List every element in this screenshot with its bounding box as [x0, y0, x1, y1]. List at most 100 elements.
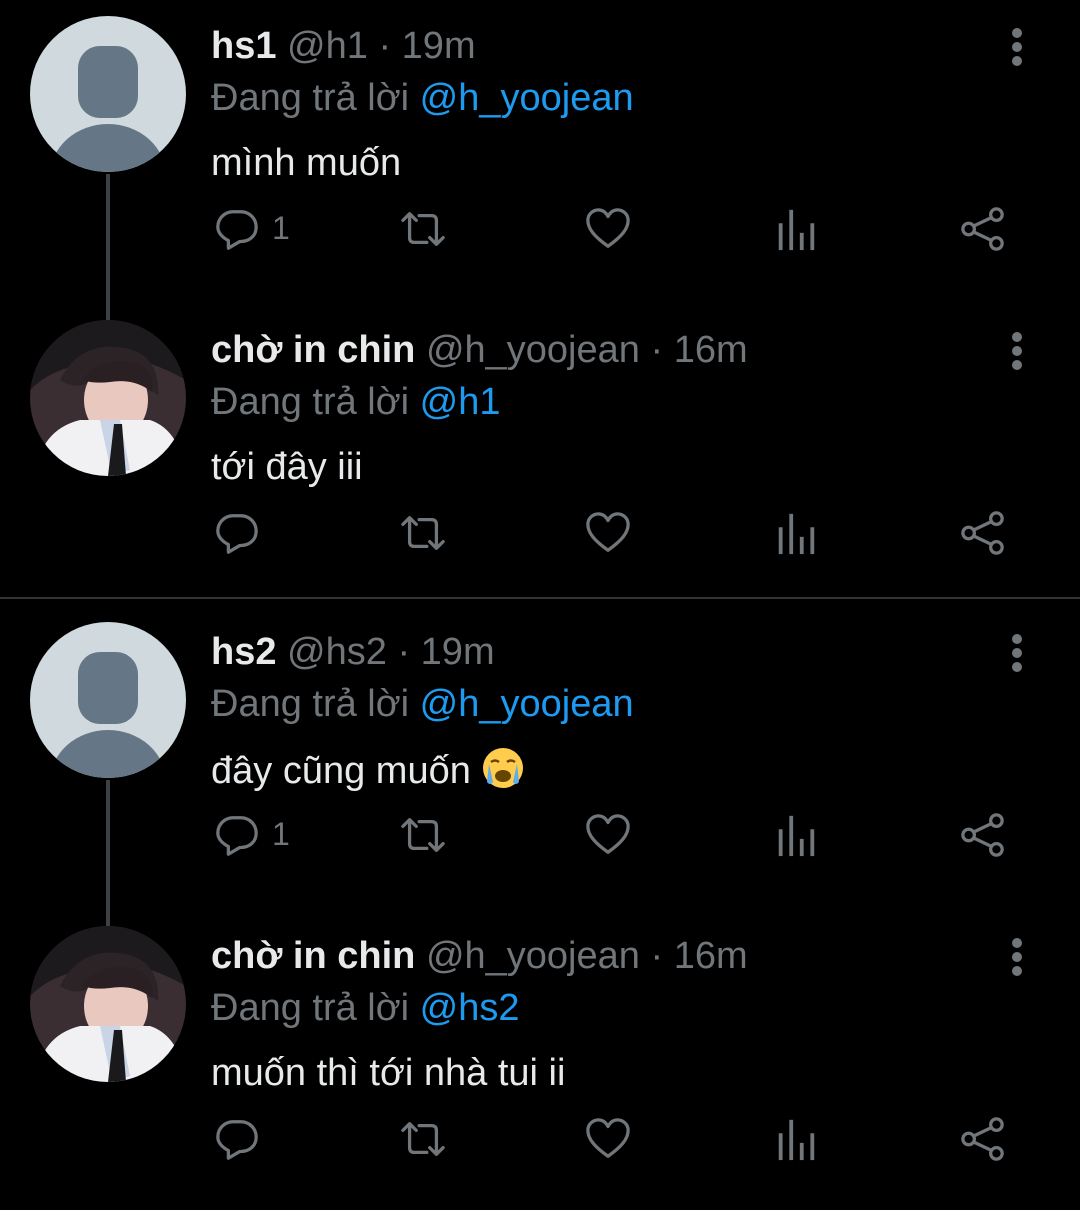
reply-icon — [214, 510, 260, 556]
retweet-icon — [397, 206, 449, 252]
retweet-icon — [397, 812, 449, 858]
share-button[interactable] — [960, 204, 1008, 254]
action-bar — [0, 508, 1080, 558]
retweet-button[interactable] — [397, 1114, 449, 1164]
reply-prefix: Đang trả lời — [211, 381, 410, 423]
reply-mention-link[interactable]: @h_yoojean — [420, 77, 634, 119]
reply-prefix: Đang trả lời — [211, 987, 410, 1029]
like-icon — [585, 510, 631, 556]
separator: · — [397, 631, 411, 673]
separator: · — [650, 329, 664, 371]
like-icon — [585, 812, 631, 858]
timestamp[interactable]: 16m — [674, 935, 748, 977]
reply-icon — [214, 206, 260, 252]
reply-button[interactable] — [214, 1114, 314, 1164]
reply-prefix: Đang trả lời — [211, 683, 410, 725]
avatar-hs2[interactable] — [30, 622, 186, 778]
tweet-text: muốn thì tới nhà tui ii — [211, 1052, 566, 1094]
retweet-button[interactable] — [397, 204, 449, 254]
analytics-button[interactable] — [776, 508, 816, 558]
reply-button[interactable] — [214, 508, 314, 558]
more-icon[interactable] — [1000, 628, 1034, 678]
analytics-button[interactable] — [776, 810, 816, 860]
replying-to: Đang trả lời @h_yoojean — [211, 76, 634, 120]
timestamp[interactable]: 19m — [421, 631, 495, 673]
more-icon[interactable] — [1000, 326, 1034, 376]
avatar-h-yoojean[interactable] — [30, 926, 186, 1082]
reply-icon — [214, 812, 260, 858]
separator: · — [378, 25, 392, 67]
tweet[interactable]: hs2 @hs2 · 19m Đang trả lời @h_yoojean đ… — [0, 606, 1080, 906]
display-name[interactable]: chờ in chin — [211, 935, 415, 977]
avatar-h-yoojean[interactable] — [30, 320, 186, 476]
reply-prefix: Đang trả lời — [211, 77, 410, 119]
display-name[interactable]: hs2 — [211, 631, 276, 673]
more-icon[interactable] — [1000, 22, 1034, 72]
tweet[interactable]: hs1 @h1 · 19m Đang trả lời @h_yoojean mì… — [0, 0, 1080, 300]
reply-icon — [214, 1116, 260, 1162]
replying-to: Đang trả lời @hs2 — [211, 986, 520, 1030]
reply-mention-link[interactable]: @h_yoojean — [420, 683, 634, 725]
tweet-header: chờ in chin @h_yoojean · 16m — [211, 328, 748, 372]
tweet-text-content: đây cũng muốn — [211, 750, 471, 792]
thread-divider — [0, 597, 1080, 599]
loudly-crying-face-icon — [481, 746, 525, 790]
timestamp[interactable]: 19m — [402, 25, 476, 67]
display-name[interactable]: chờ in chin — [211, 329, 415, 371]
like-icon — [585, 1116, 631, 1162]
replying-to: Đang trả lời @h1 — [211, 380, 501, 424]
reply-count: 1 — [272, 210, 290, 246]
reply-button[interactable]: 1 — [214, 204, 314, 254]
analytics-button[interactable] — [776, 1114, 816, 1164]
action-bar: 1 — [0, 204, 1080, 254]
tweet[interactable]: chờ in chin @h_yoojean · 16m Đang trả lờ… — [0, 304, 1080, 604]
separator: · — [650, 935, 664, 977]
reply-mention-link[interactable]: @hs2 — [420, 987, 520, 1029]
retweet-icon — [397, 1116, 449, 1162]
analytics-icon — [776, 812, 816, 858]
tweet[interactable]: chờ in chin @h_yoojean · 16m Đang trả lờ… — [0, 910, 1080, 1210]
reply-count: 1 — [272, 816, 290, 852]
user-handle[interactable]: @h1 — [287, 25, 368, 67]
user-handle[interactable]: @h_yoojean — [426, 935, 640, 977]
user-handle[interactable]: @hs2 — [287, 631, 387, 673]
analytics-icon — [776, 206, 816, 252]
like-button[interactable] — [585, 810, 633, 860]
replying-to: Đang trả lời @h_yoojean — [211, 682, 634, 726]
analytics-button[interactable] — [776, 204, 816, 254]
retweet-button[interactable] — [397, 508, 449, 558]
tweet-text: đây cũng muốn — [211, 746, 525, 794]
like-button[interactable] — [585, 204, 633, 254]
like-button[interactable] — [585, 508, 633, 558]
profile-photo — [30, 926, 186, 1082]
tweet-text: tới đây iii — [211, 446, 363, 488]
share-button[interactable] — [960, 508, 1008, 558]
reply-button[interactable]: 1 — [214, 810, 314, 860]
retweet-button[interactable] — [397, 810, 449, 860]
share-icon — [960, 812, 1006, 858]
tweet-text: mình muốn — [211, 142, 402, 184]
display-name[interactable]: hs1 — [211, 25, 276, 67]
analytics-icon — [776, 510, 816, 556]
reply-mention-link[interactable]: @h1 — [420, 381, 501, 423]
avatar-hs1[interactable] — [30, 16, 186, 172]
like-button[interactable] — [585, 1114, 633, 1164]
more-icon[interactable] — [1000, 932, 1034, 982]
retweet-icon — [397, 510, 449, 556]
timestamp[interactable]: 16m — [674, 329, 748, 371]
default-avatar-icon — [30, 622, 186, 778]
analytics-icon — [776, 1116, 816, 1162]
like-icon — [585, 206, 631, 252]
share-button[interactable] — [960, 810, 1008, 860]
tweet-header: chờ in chin @h_yoojean · 16m — [211, 934, 748, 978]
tweet-header: hs2 @hs2 · 19m — [211, 630, 495, 674]
share-button[interactable] — [960, 1114, 1008, 1164]
share-icon — [960, 206, 1006, 252]
action-bar — [0, 1114, 1080, 1164]
tweet-header: hs1 @h1 · 19m — [211, 24, 476, 68]
default-avatar-icon — [30, 16, 186, 172]
action-bar: 1 — [0, 810, 1080, 860]
profile-photo — [30, 320, 186, 476]
share-icon — [960, 1116, 1006, 1162]
user-handle[interactable]: @h_yoojean — [426, 329, 640, 371]
